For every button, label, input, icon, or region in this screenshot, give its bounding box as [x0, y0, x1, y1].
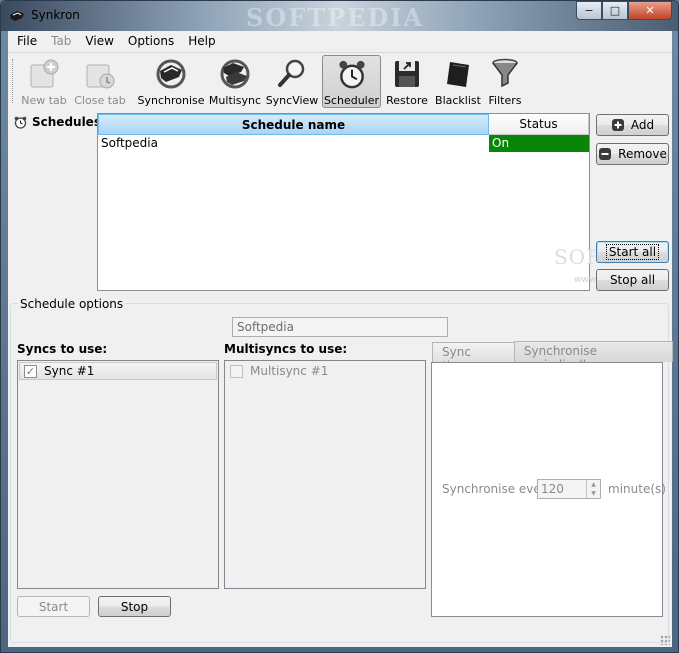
blacklist-icon — [447, 62, 469, 87]
schedule-name-field[interactable]: Softpedia — [232, 317, 448, 337]
close-tab-button[interactable]: Close tab — [74, 55, 126, 108]
table-row[interactable]: Softpedia On — [98, 135, 589, 152]
scheduler-button[interactable]: Scheduler — [322, 55, 381, 108]
multisync-checkbox[interactable] — [230, 364, 243, 378]
stop-all-button[interactable]: Stop all — [596, 269, 669, 291]
schedule-name-cell[interactable]: Softpedia — [98, 135, 489, 152]
title-bar[interactable]: SOFTPEDIA Synkron − □ ✕ — [1, 1, 678, 32]
title-watermark: SOFTPEDIA — [246, 3, 425, 32]
stop-button[interactable]: Stop — [98, 596, 171, 617]
alarm-clock-icon — [338, 60, 365, 89]
filters-button[interactable]: Filters — [485, 55, 525, 108]
table-header: Schedule name Status — [98, 114, 589, 135]
multisync-button[interactable]: Multisync — [209, 55, 261, 108]
multisync-icon — [220, 59, 250, 89]
menu-tab[interactable]: Tab — [44, 31, 78, 51]
list-item[interactable]: Multisync #1 — [226, 362, 424, 380]
schedules-label: Schedules: — [14, 115, 106, 129]
period-minutes-spinbox[interactable]: 120 ▲ ▼ — [537, 479, 601, 499]
restore-button[interactable]: Restore — [385, 55, 429, 108]
synchronise-button[interactable]: Synchronise — [137, 55, 205, 108]
new-tab-icon — [30, 59, 59, 88]
toolbar-grip[interactable] — [12, 59, 15, 103]
periodic-tab-pane: Synchronise every 120 ▲ ▼ minute(s) — [431, 362, 666, 617]
menu-options[interactable]: Options — [121, 31, 181, 51]
schedule-options-title: Schedule options — [18, 297, 126, 311]
main-toolbar: New tab Close tab Synchronise Multisync … — [8, 52, 672, 109]
magnifier-icon — [278, 59, 305, 87]
minutes-unit-label: minute(s) — [608, 482, 666, 496]
window-title: Synkron — [31, 8, 80, 22]
syncview-button[interactable]: SyncView — [266, 55, 318, 108]
add-schedule-button[interactable]: Add — [596, 114, 669, 136]
tab-synchronise-periodically[interactable]: Synchronise periodically — [513, 341, 673, 372]
menu-file[interactable]: File — [10, 31, 44, 51]
menu-bar: File Tab View Options Help — [8, 31, 672, 51]
blacklist-button[interactable]: Blacklist — [434, 55, 482, 108]
restore-disk-icon — [395, 61, 419, 87]
tab-sync-times[interactable]: Sync times — [432, 342, 515, 373]
remove-icon — [599, 148, 612, 160]
list-item[interactable]: ✓ Sync #1 — [19, 362, 217, 380]
resize-grip[interactable] — [660, 635, 670, 645]
menu-view[interactable]: View — [78, 31, 120, 51]
remove-schedule-button[interactable]: Remove — [596, 143, 669, 165]
new-tab-button[interactable]: New tab — [20, 55, 68, 108]
maximize-button[interactable]: □ — [602, 1, 628, 20]
column-header-status[interactable]: Status — [489, 114, 589, 135]
multisyncs-list[interactable]: Multisync #1 — [224, 360, 426, 589]
add-icon — [611, 119, 624, 131]
column-header-schedule-name[interactable]: Schedule name — [98, 114, 489, 135]
synkron-app-icon — [10, 11, 24, 21]
app-window: SOFTPEDIA Synkron − □ ✕ File Tab View Op… — [0, 0, 679, 653]
syncs-to-use-label: Syncs to use: — [17, 342, 108, 356]
schedule-clock-icon — [14, 116, 27, 129]
multisyncs-to-use-label: Multisyncs to use: — [224, 342, 348, 356]
start-all-button[interactable]: Start all — [596, 241, 669, 263]
syncs-list[interactable]: ✓ Sync #1 — [17, 360, 219, 589]
schedules-table[interactable]: Schedule name Status Softpedia On — [97, 113, 590, 291]
schedule-status-cell[interactable]: On — [489, 135, 589, 152]
close-window-button[interactable]: ✕ — [628, 1, 672, 20]
funnel-icon — [492, 58, 518, 88]
synchronise-icon — [156, 59, 186, 89]
schedule-mode-tabs: Sync times Synchronise periodically — [432, 341, 673, 373]
menu-help[interactable]: Help — [181, 31, 222, 51]
main-client-area: File Tab View Options Help New tab Close… — [8, 31, 673, 647]
minimize-button[interactable]: − — [576, 1, 602, 20]
close-tab-icon — [86, 64, 115, 89]
spin-down-icon[interactable]: ▼ — [587, 489, 600, 498]
start-button[interactable]: Start — [17, 596, 90, 617]
sync-checkbox-checkmark-icon[interactable]: ✓ — [24, 364, 37, 378]
spin-up-icon[interactable]: ▲ — [587, 480, 600, 489]
